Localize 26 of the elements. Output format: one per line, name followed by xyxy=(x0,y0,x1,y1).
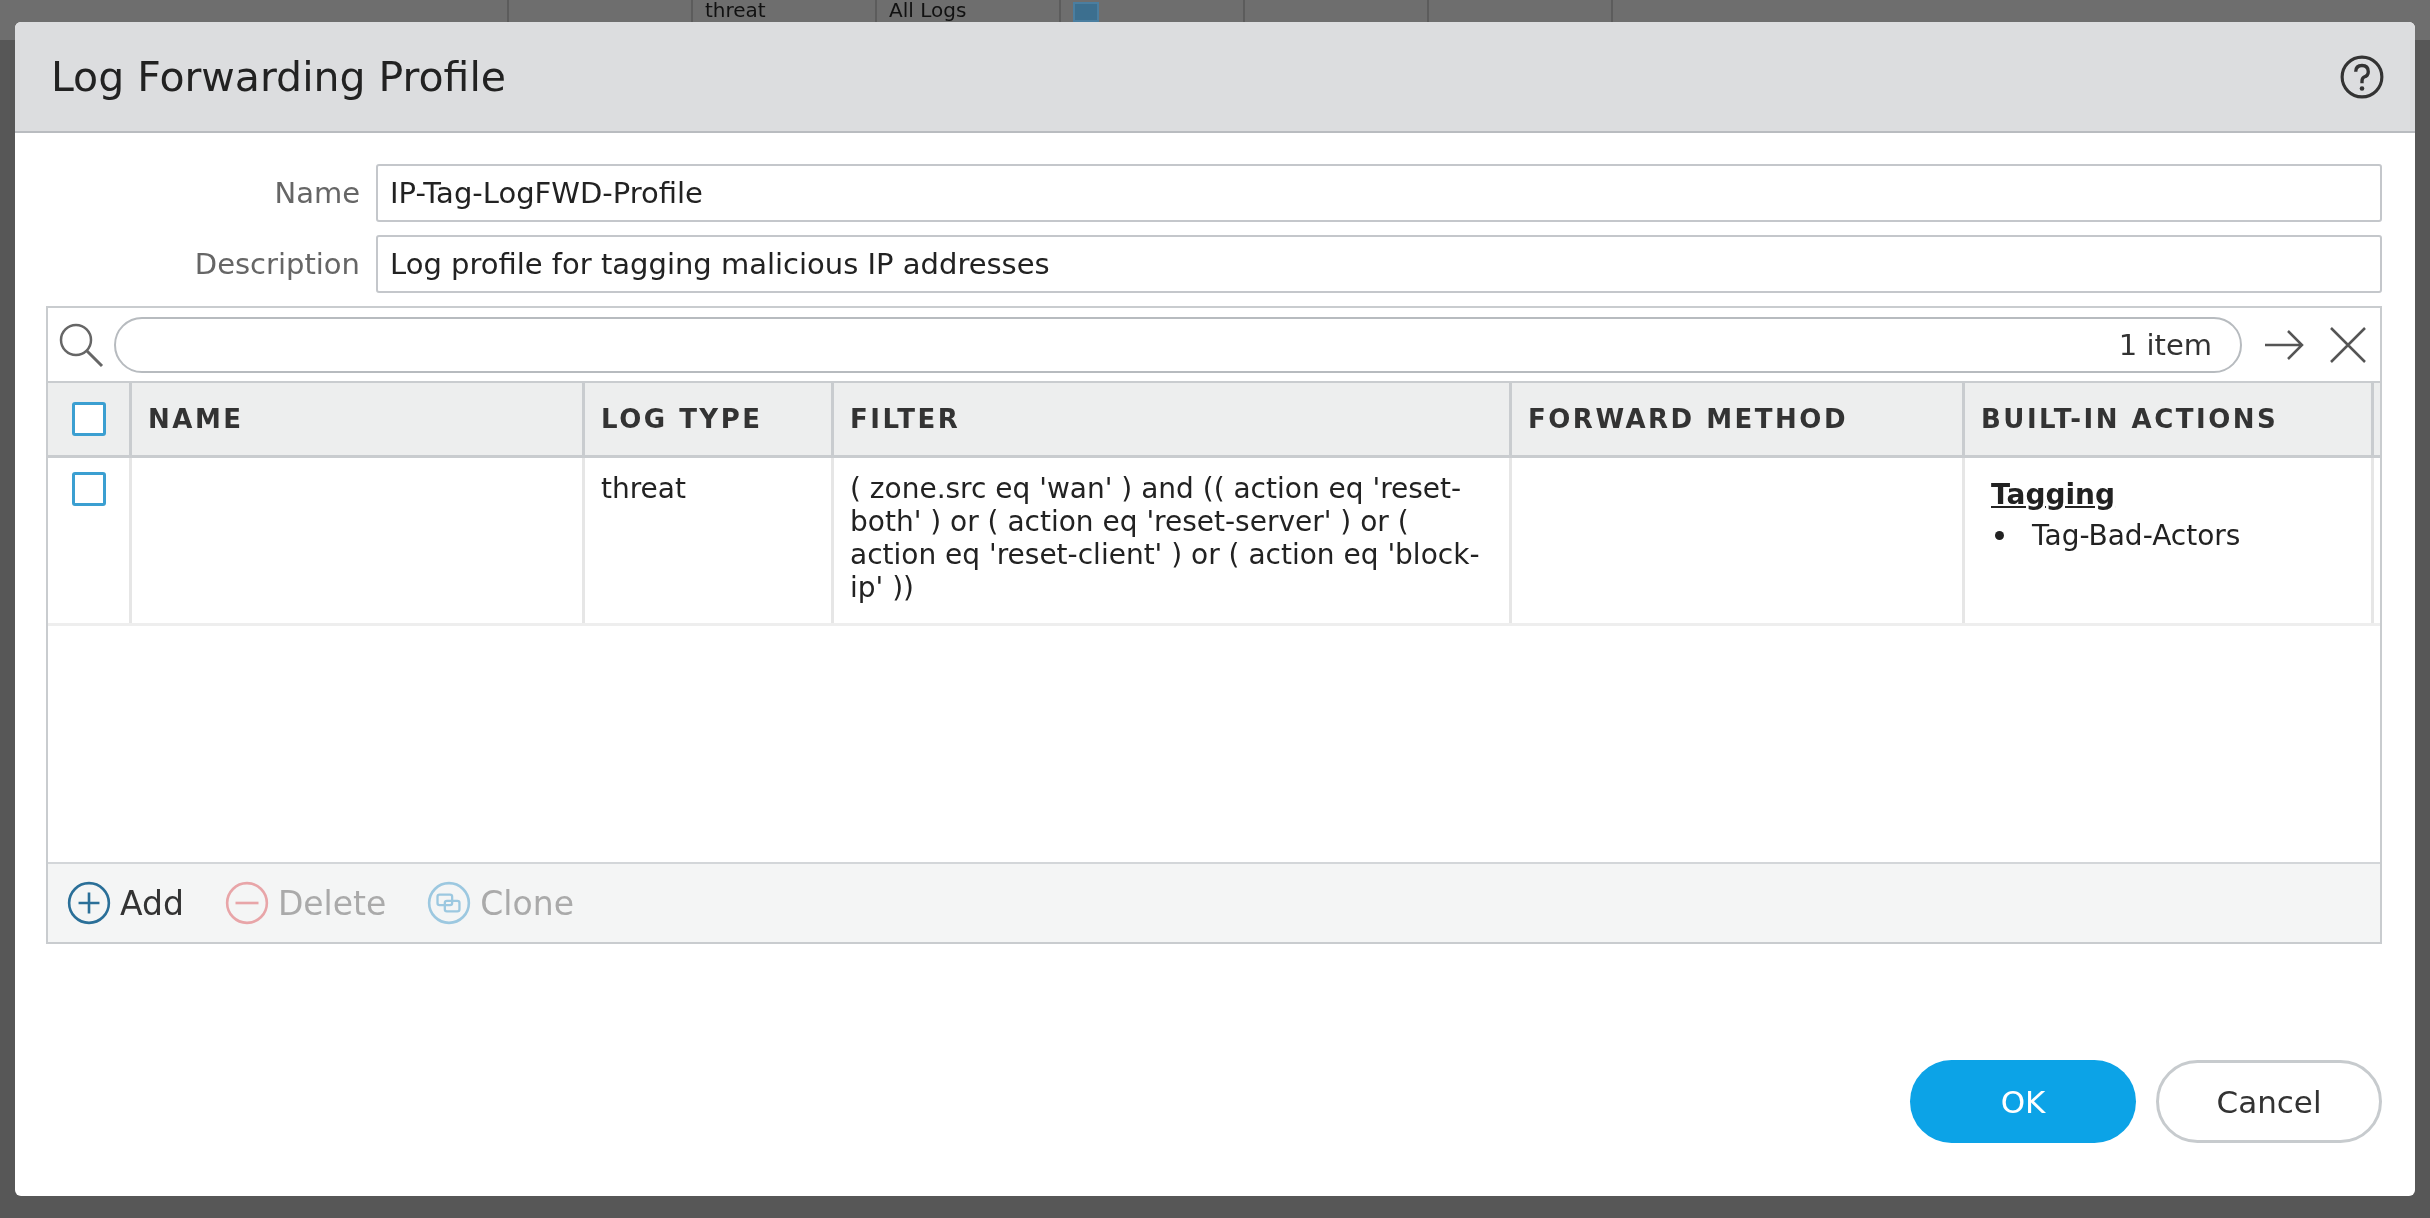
column-header[interactable]: NAME xyxy=(132,383,585,455)
copy-circle-icon xyxy=(426,880,473,926)
action-item: Tag-Bad-Actors xyxy=(2032,519,2241,552)
minus-circle-icon xyxy=(223,880,270,926)
table-cell: threat xyxy=(601,472,686,505)
add-button[interactable]: Add xyxy=(66,880,184,926)
column-header[interactable]: FORWARD METHOD xyxy=(1512,383,1965,455)
text-field[interactable]: IP-Tag-LogFWD-Profile xyxy=(376,164,2382,222)
table-cell: ( zone.src eq 'wan' ) and (( action eq 'reset-both' ) or ( action eq 'reset-server' ) or ( action eq 'reset-client' ) or ( action eq 'block-ip' )) xyxy=(850,472,1480,604)
field-label: Description xyxy=(193,247,360,281)
column-header[interactable]: BUILT-IN ACTIONS xyxy=(1965,383,2374,455)
field-label: Name xyxy=(273,176,360,210)
plus-circle-icon xyxy=(66,880,112,926)
dialog-title: Log Forwarding Profile xyxy=(51,52,507,101)
bullet-icon xyxy=(1995,531,2004,540)
search-field[interactable]: 1 item xyxy=(114,316,2242,373)
cancel-button[interactable]: Cancel xyxy=(2156,1060,2382,1143)
row-checkbox[interactable] xyxy=(71,472,106,506)
action-heading: Tagging xyxy=(1991,478,2116,511)
column-header[interactable]: LOG TYPE xyxy=(585,383,834,455)
column-header[interactable]: FILTER xyxy=(834,383,1512,455)
text-field[interactable]: Log profile for tagging malicious IP addresses xyxy=(376,235,2382,293)
table-row[interactable]: threat ( zone.src eq 'wan' ) and (( action eq 'reset-both' ) or ( action eq 'reset-server' ) or ( action eq 'reset-client' ) or ( action eq 'block-ip' )) Tagging Tag-Bad-Actors xyxy=(48,458,2380,626)
help-icon[interactable] xyxy=(2339,53,2385,100)
item-count: 1 item xyxy=(2118,327,2212,362)
select-all-checkbox[interactable] xyxy=(71,402,106,436)
